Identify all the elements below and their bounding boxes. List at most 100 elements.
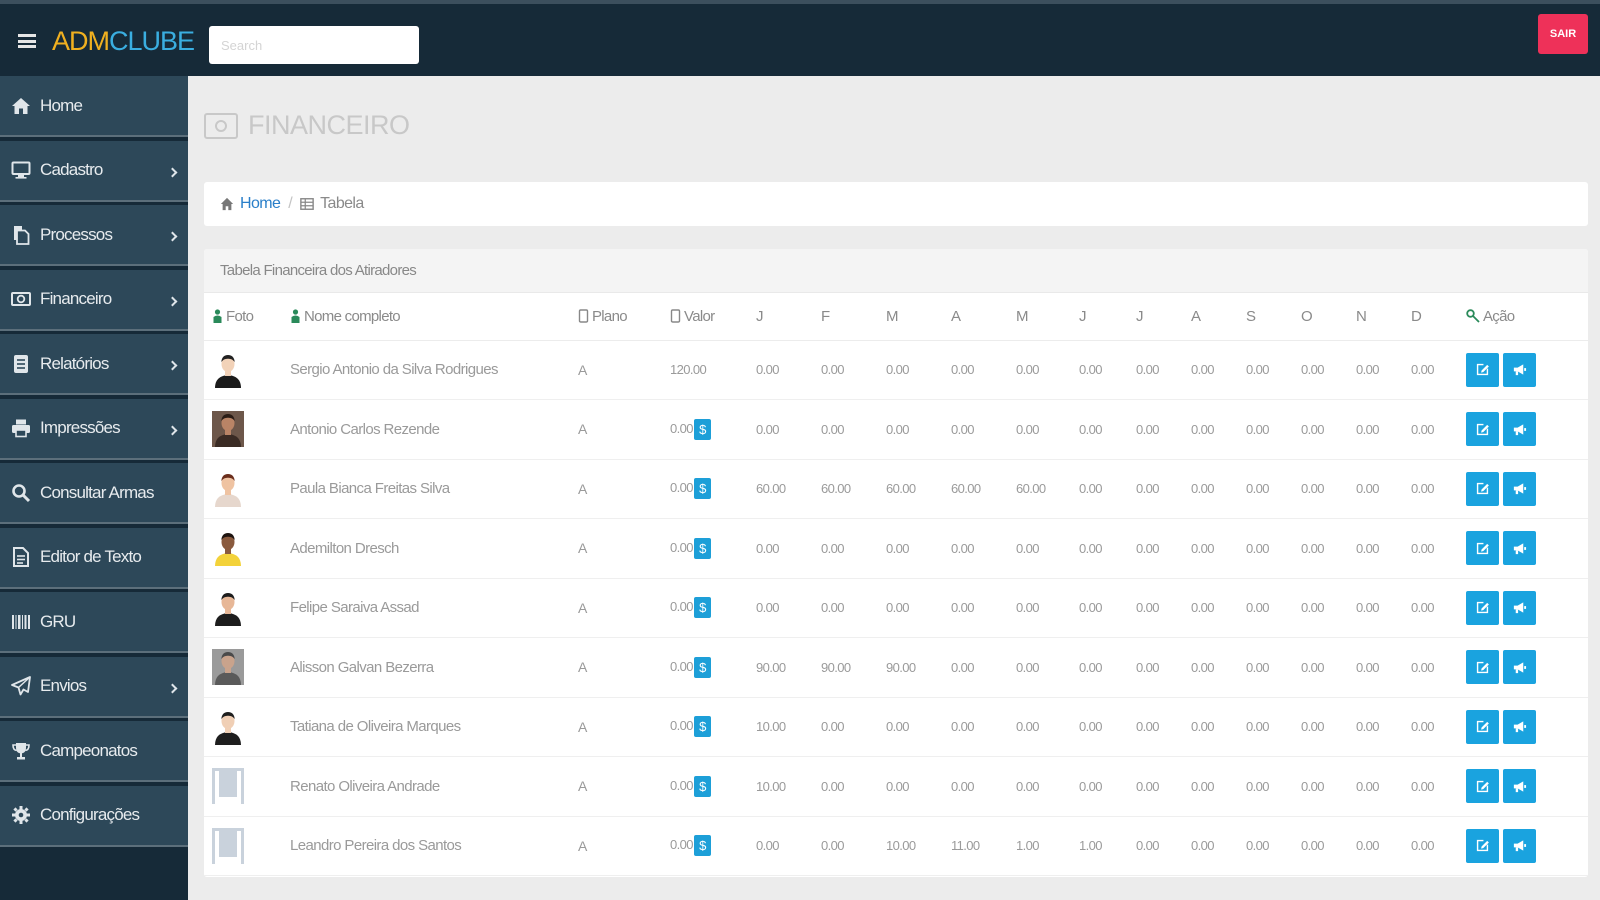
notify-button[interactable] <box>1503 531 1536 566</box>
month-value-cell: 0.00 <box>813 756 878 817</box>
month-value-cell: 0.00 <box>943 756 1008 817</box>
column-header-valor[interactable]: Valor <box>662 293 748 341</box>
month-value-cell: 0.00 <box>1128 518 1183 579</box>
month-value-cell: 0.00 <box>1071 756 1128 817</box>
dollar-badge-icon[interactable]: $ <box>693 537 711 559</box>
column-header-month[interactable]: A <box>1183 293 1238 341</box>
notify-button[interactable] <box>1503 650 1536 685</box>
gear-icon <box>10 804 32 826</box>
sidebar-item-financeiro[interactable]: Financeiro <box>0 269 188 331</box>
notify-button[interactable] <box>1503 471 1536 506</box>
month-value-cell: 0.00 <box>1128 756 1183 817</box>
sidebar-item-campeonatos[interactable]: Campeonatos <box>0 721 188 782</box>
month-value-cell: 0.00 <box>878 578 943 638</box>
column-header-nome-label: Nome completo <box>304 307 401 325</box>
month-value-cell: 0.00 <box>1183 637 1238 698</box>
edit-button[interactable] <box>1466 590 1499 625</box>
chevron-right-icon <box>167 296 178 306</box>
column-header-foto[interactable]: Foto <box>204 293 282 341</box>
hamburger-menu-icon[interactable] <box>18 34 36 48</box>
dollar-badge-icon[interactable]: $ <box>693 597 711 619</box>
logout-button[interactable]: SAIR <box>1538 14 1588 54</box>
dollar-badge-icon[interactable]: $ <box>693 775 711 797</box>
column-header-month[interactable]: N <box>1348 293 1403 341</box>
column-header-acao[interactable]: Ação <box>1458 293 1588 341</box>
edit-button[interactable] <box>1466 352 1499 387</box>
column-header-month[interactable]: S <box>1238 293 1293 341</box>
column-header-month[interactable]: D <box>1403 293 1458 341</box>
sidebar-item-envios[interactable]: Envios <box>0 656 188 718</box>
notify-button[interactable] <box>1503 590 1536 625</box>
sidebar-item-configuracoes[interactable]: Configurações <box>0 785 188 847</box>
month-value-cell: 0.00 <box>1403 518 1458 579</box>
notify-button[interactable] <box>1503 769 1536 804</box>
search-input[interactable] <box>209 26 419 64</box>
chevron-right-icon <box>167 231 178 242</box>
edit-button[interactable] <box>1466 709 1499 744</box>
month-value-cell: 0.00 <box>1128 399 1183 460</box>
column-header-month[interactable]: O <box>1293 293 1348 341</box>
value-cell: 0.00 $ <box>662 637 748 698</box>
brand-logo[interactable]: ADMCLUBE <box>52 26 195 57</box>
sidebar: Home Cadastro Processos Financeiro Relatório… <box>0 76 188 900</box>
edit-button[interactable] <box>1466 471 1499 506</box>
column-header-month[interactable]: J <box>1128 293 1183 341</box>
month-value-cell: 0.00 <box>1071 340 1128 400</box>
photo-cell <box>204 816 282 876</box>
month-value-cell: 0.00 <box>1008 518 1071 579</box>
sidebar-item-editor-de-texto[interactable]: Editor de Texto <box>0 527 188 589</box>
month-value-cell: 0.00 <box>1238 697 1293 757</box>
notify-button[interactable] <box>1503 709 1536 744</box>
page-heading: FINANCEIRO <box>204 110 410 141</box>
notify-button[interactable] <box>1503 828 1536 863</box>
breadcrumb-current: Tabela <box>320 195 364 212</box>
dollar-badge-icon[interactable]: $ <box>693 716 711 738</box>
edit-button[interactable] <box>1466 828 1499 863</box>
month-value-cell: 0.00 <box>1403 459 1458 519</box>
month-value-cell: 0.00 <box>1008 340 1071 400</box>
month-value-cell: 0.00 <box>1403 816 1458 876</box>
sidebar-item-impressoes[interactable]: Impressões <box>0 398 188 460</box>
dollar-badge-icon[interactable]: $ <box>693 835 711 857</box>
month-value-cell: 0.00 <box>1348 816 1403 876</box>
sidebar-item-cadastro[interactable]: Cadastro <box>0 140 188 202</box>
notify-button[interactable] <box>1503 412 1536 447</box>
edit-button[interactable] <box>1466 531 1499 566</box>
avatar <box>212 351 282 388</box>
column-header-month[interactable]: A <box>943 293 1008 341</box>
edit-button[interactable] <box>1466 769 1499 804</box>
plan-cell: A <box>570 578 662 638</box>
sidebar-item-relatorios[interactable]: Relatórios <box>0 334 188 395</box>
megaphone-icon <box>1513 543 1527 554</box>
column-header-month[interactable]: M <box>1008 293 1071 341</box>
month-value-cell: 0.00 <box>878 756 943 817</box>
column-header-month[interactable]: J <box>1071 293 1128 341</box>
megaphone-icon <box>1513 781 1527 792</box>
column-header-nome[interactable]: Nome completo <box>282 293 570 341</box>
month-value-cell: 0.00 <box>1128 816 1183 876</box>
sidebar-item-gru[interactable]: GRU <box>0 592 188 653</box>
sidebar-item-consultar-armas[interactable]: Consultar Armas <box>0 463 188 524</box>
edit-button[interactable] <box>1466 650 1499 685</box>
value-amount: 0.00 <box>670 718 694 734</box>
edit-icon <box>1476 661 1489 673</box>
month-value-cell: 0.00 <box>813 518 878 579</box>
sidebar-item-label: Impressões <box>40 418 121 437</box>
notify-button[interactable] <box>1503 352 1536 387</box>
month-value-cell: 0.00 <box>1128 340 1183 400</box>
column-header-month[interactable]: M <box>878 293 943 341</box>
avatar <box>212 589 282 626</box>
column-header-month[interactable]: J <box>748 293 813 341</box>
sidebar-item-home[interactable]: Home <box>0 76 188 137</box>
dollar-badge-icon[interactable]: $ <box>693 478 711 500</box>
dollar-badge-icon[interactable]: $ <box>693 418 711 440</box>
breadcrumb-home-link[interactable]: Home <box>240 195 281 213</box>
sidebar-item-processos[interactable]: Processos <box>0 205 188 266</box>
edit-button[interactable] <box>1466 412 1499 447</box>
column-header-plano[interactable]: Plano <box>570 293 662 341</box>
month-value-cell: 0.00 <box>1238 518 1293 579</box>
column-header-month[interactable]: F <box>813 293 878 341</box>
month-value-cell: 0.00 <box>748 399 813 460</box>
dollar-badge-icon[interactable]: $ <box>693 656 711 678</box>
month-value-cell: 1.00 <box>1071 816 1128 876</box>
